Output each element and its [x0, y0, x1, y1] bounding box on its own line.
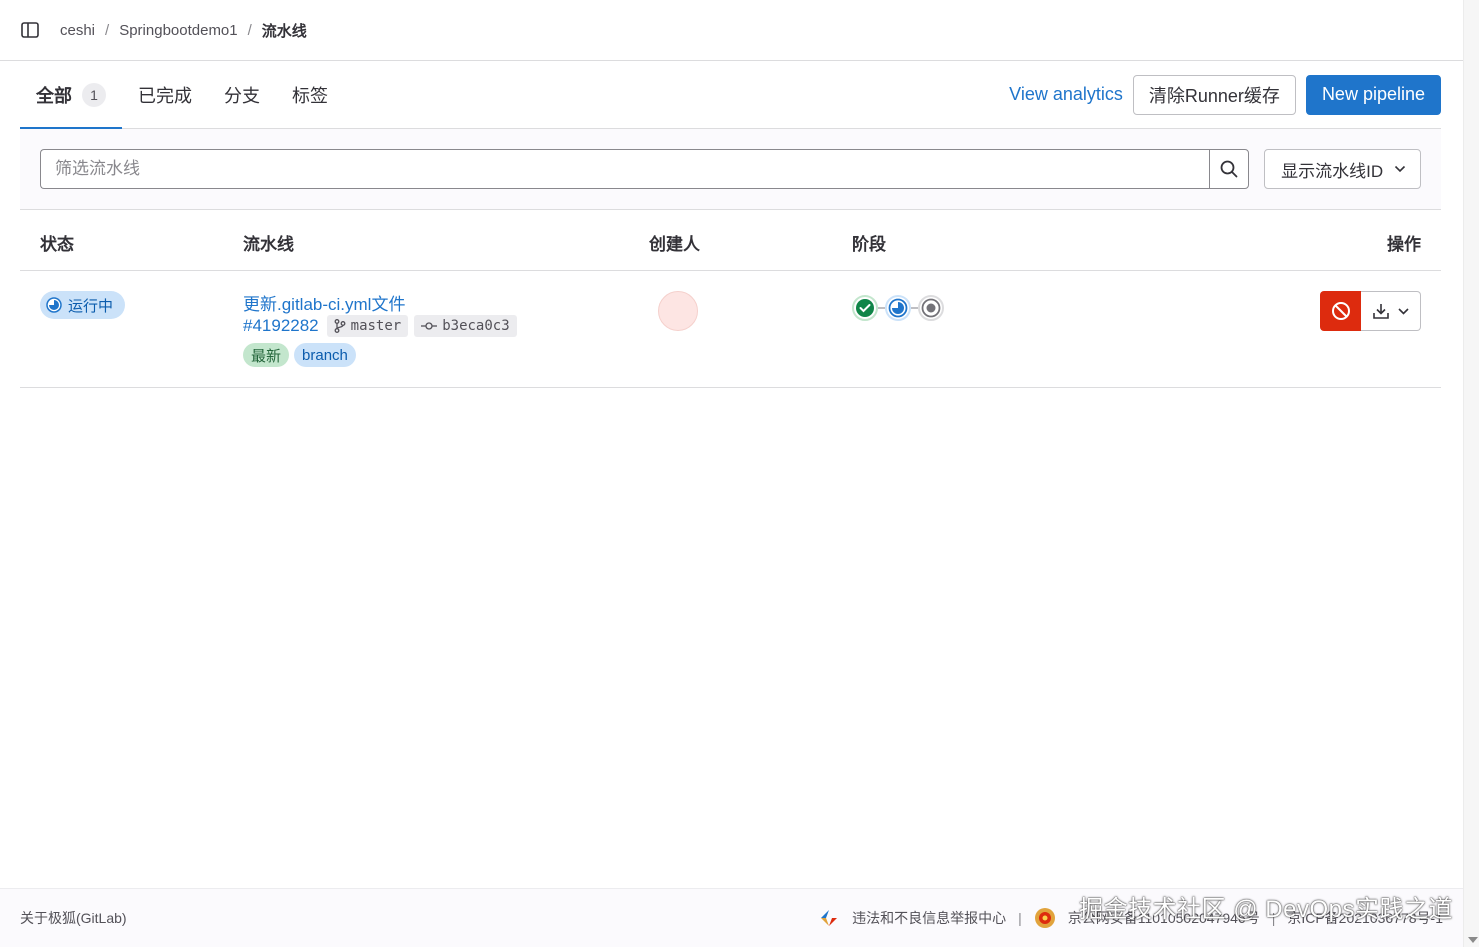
status-label: 运行中 [68, 297, 114, 315]
creator-avatar[interactable] [658, 291, 698, 331]
breadcrumb-separator: / [105, 21, 110, 39]
tab-label: 分支 [224, 85, 260, 106]
tab-count-badge: 1 [82, 82, 106, 107]
commit-icon [421, 322, 438, 330]
top-bar: ceshi / Springbootdemo1 / 流水线 [0, 0, 1463, 61]
column-header-stages: 阶段 [852, 235, 886, 254]
breadcrumb-project[interactable]: Springbootdemo1 [119, 22, 237, 39]
tab-all[interactable]: 全部 1 [20, 61, 122, 129]
created-status-icon [921, 298, 941, 318]
download-artifacts-dropdown[interactable] [1361, 291, 1421, 331]
sidebar-toggle-icon[interactable] [20, 20, 40, 40]
footer-separator: | [1018, 910, 1022, 926]
about-link[interactable]: 关于极狐(GitLab) [20, 908, 127, 928]
tab-label: 标签 [292, 85, 328, 106]
stage-success[interactable] [852, 295, 878, 321]
stage-running[interactable] [885, 295, 911, 321]
police-badge-icon [1034, 908, 1055, 928]
header-actions: View analytics 清除Runner缓存 New pipeline [1009, 74, 1441, 115]
view-analytics-link[interactable]: View analytics [1009, 84, 1123, 105]
running-status-icon [888, 298, 908, 318]
tabs-row: 全部 1 已完成 分支 标签 View analytics 清除Runner缓存… [20, 61, 1441, 129]
breadcrumb: ceshi / Springbootdemo1 / 流水线 [60, 20, 307, 41]
report-center-logo-icon [821, 910, 838, 926]
pipeline-stages [852, 295, 944, 321]
pipeline-tags: 最新 branch [243, 343, 361, 367]
check-circle-icon [856, 299, 874, 317]
watermark: 掘金技术社区 @ DevOps实践之道 [1079, 896, 1453, 923]
column-header-pipeline: 流水线 [243, 235, 294, 254]
table-row: 运行中 更新.gitlab-ci.yml文件 #4192282 master b… [20, 271, 1441, 388]
chevron-down-icon [1394, 165, 1406, 173]
new-pipeline-button[interactable]: New pipeline [1305, 74, 1441, 115]
column-header-creator: 创建人 [649, 235, 700, 254]
breadcrumb-group[interactable]: ceshi [60, 22, 95, 39]
stage-connector [878, 307, 885, 309]
pipeline-tabs: 全部 1 已完成 分支 标签 [20, 61, 344, 129]
display-id-select[interactable]: 显示流水线ID [1264, 149, 1421, 189]
cancel-pipeline-button[interactable] [1320, 291, 1361, 331]
filter-pipelines-input[interactable] [40, 149, 1210, 189]
status-badge[interactable]: 运行中 [40, 291, 126, 319]
download-icon [1373, 304, 1389, 319]
latest-tag-badge: 最新 [243, 343, 290, 367]
branch-icon [334, 319, 346, 333]
cancel-icon [1331, 302, 1350, 320]
commit-sha-chip[interactable]: b3eca0c3 [414, 315, 517, 337]
table-header: 状态 流水线 创建人 阶段 操作 [20, 210, 1441, 271]
column-header-actions: 操作 [1387, 235, 1421, 254]
display-id-select-label: 显示流水线ID [1281, 161, 1384, 181]
report-center-link[interactable]: 违法和不良信息举报中心 [852, 908, 1006, 928]
breadcrumb-separator: / [247, 21, 252, 39]
pipeline-id-link[interactable]: #4192282 [243, 316, 319, 336]
tab-tags[interactable]: 标签 [276, 61, 344, 128]
scroll-down-arrow-icon[interactable] [1468, 937, 1478, 943]
branch-ref-chip[interactable]: master [326, 315, 409, 337]
stage-pending[interactable] [918, 295, 944, 321]
search-icon [1220, 160, 1238, 178]
vertical-scrollbar[interactable] [1463, 0, 1479, 947]
running-status-icon [46, 297, 62, 313]
tab-branches[interactable]: 分支 [208, 61, 276, 128]
branch-tag-badge: branch [294, 343, 356, 367]
branch-name: master [350, 318, 402, 334]
stage-connector [911, 307, 918, 309]
row-actions [1320, 291, 1421, 331]
tab-finished[interactable]: 已完成 [122, 61, 208, 128]
filter-bar: 显示流水线ID [20, 129, 1441, 210]
commit-sha: b3eca0c3 [442, 318, 510, 334]
breadcrumb-current[interactable]: 流水线 [262, 20, 307, 41]
pipeline-meta: #4192282 master b3eca0c3 [243, 315, 523, 337]
clear-runner-cache-button[interactable]: 清除Runner缓存 [1132, 74, 1296, 115]
column-header-status: 状态 [40, 235, 74, 254]
tab-label: 全部 [36, 85, 72, 106]
search-button[interactable] [1209, 149, 1250, 189]
tab-label: 已完成 [138, 85, 192, 106]
chevron-down-icon [1398, 307, 1409, 315]
pipeline-title-link[interactable]: 更新.gitlab-ci.yml文件 [243, 290, 405, 315]
